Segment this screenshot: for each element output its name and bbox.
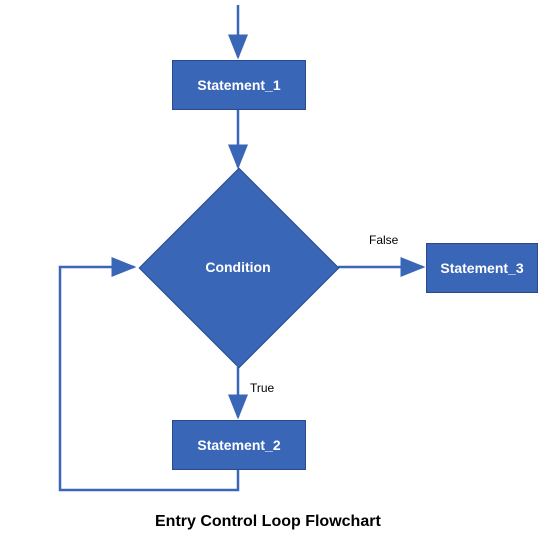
edge-label-true: True: [250, 381, 274, 395]
node-statement-1-label: Statement_1: [197, 77, 280, 93]
node-statement-3-label: Statement_3: [440, 260, 523, 276]
flowchart-title: Entry Control Loop Flowchart: [155, 513, 381, 531]
node-condition: [139, 168, 340, 369]
edge-label-false: False: [369, 233, 398, 247]
node-statement-1: Statement_1: [172, 60, 306, 110]
node-statement-2-label: Statement_2: [197, 437, 280, 453]
node-statement-3: Statement_3: [426, 243, 538, 293]
node-statement-2: Statement_2: [172, 420, 306, 470]
